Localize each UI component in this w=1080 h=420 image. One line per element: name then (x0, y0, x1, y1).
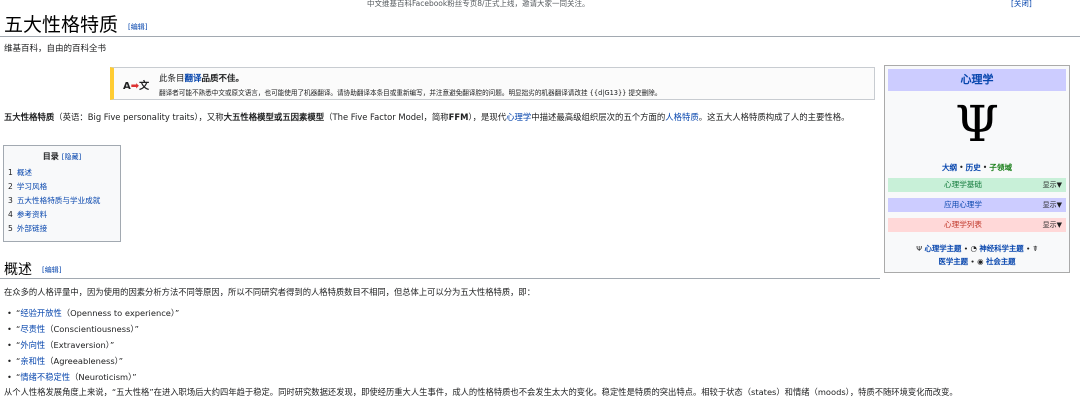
sidebar-title[interactable]: 心理学 (888, 69, 1066, 91)
section-edit-link[interactable]: [编辑] (42, 266, 61, 274)
section-divider (0, 278, 880, 279)
list-item: • “亲和性（Agreeableness）” (7, 356, 124, 366)
trait-link-openness[interactable]: 经验开放性 (20, 308, 62, 318)
toc-item[interactable]: 2 学习风格 (8, 180, 120, 194)
personality-trait-link[interactable]: 人格特质 (665, 112, 699, 122)
trait-link-agreeableness[interactable]: 亲和性 (20, 356, 45, 366)
brain-portal-icon: ◔ (970, 244, 977, 253)
sidebar-link-outline[interactable]: 大纲 (942, 163, 957, 172)
toc-item[interactable]: 4 参考资料 (8, 208, 120, 222)
sidebar-link-history[interactable]: 历史 (966, 163, 981, 172)
psychology-sidebar: 心理学 Ψ 大纲 • 历史 • 子领域 心理学基础 显示▼ 应用心理学 显示▼ 心理学列表显… (884, 65, 1070, 273)
trait-link-neuroticism[interactable]: 情绪不稳定性 (20, 372, 70, 382)
title-edit-link[interactable]: [编辑] (128, 23, 147, 31)
lead-paragraph: 五大性格特质（英语：Big Five personality traits），又… (4, 112, 850, 122)
site-notice-banner: 中文维基百科Facebook粉丝专页8/正式上线，邀请大家一同关注。 [关闭] (0, 0, 1080, 10)
notice-translate-link[interactable]: 翻译 (185, 74, 202, 84)
site-notice-close-link[interactable]: [关闭] (1011, 0, 1032, 9)
medicine-portal-icon: ☤ (1032, 244, 1038, 253)
portal-link-neuroscience[interactable]: 神经科学主题 (979, 244, 1023, 253)
page-title: 五大性格特质 [编辑] (4, 10, 147, 37)
psi-symbol-icon: Ψ (955, 95, 999, 153)
sidebar-row-applied[interactable]: 应用心理学 显示▼ (888, 198, 1066, 212)
traits-list: • “经验开放性（Openness to experience）” • “尽责性（C… (4, 305, 179, 385)
trait-link-conscientiousness[interactable]: 尽责性 (20, 324, 45, 334)
notice-details: 翻译者可能不熟悉中文或原文语言，也可能使用了机器翻译。请协助翻译本条目或重新编写… (159, 89, 662, 97)
trait-link-extraversion[interactable]: 外向性 (20, 340, 45, 350)
translation-quality-notice: A➡文 此条目翻译品质不佳。 翻译者可能不熟悉中文或原文语言，也可能使用了机器翻… (110, 67, 875, 100)
sidebar-link-subfields[interactable]: 子领域 (989, 163, 1012, 172)
list-item: • “尽责性（Conscientiousness）” (7, 324, 139, 334)
table-of-contents: 目录 [隐藏] 1 概述 2 学习风格 3 五大性格特质与学业成就 4 参考资料 5 外部链… (3, 145, 121, 242)
translate-icon: A➡文 (123, 81, 150, 92)
psychology-portal-icon: Ψ (916, 244, 923, 253)
sidebar-portals: Ψ 心理学主题 • ◔ 神经科学主题 • ☤ 医学主题 • ◉ 社会主题 (916, 244, 1038, 266)
section-heading-overview: 概述 [编辑] (4, 262, 62, 278)
site-tagline: 维基百科，自由的百科全书 (4, 44, 107, 54)
portal-link-society[interactable]: 社会主题 (986, 257, 1016, 266)
overview-paragraph: 在众多的人格评量中，因为使用的因素分析方法不同等原因，所以不同研究者得到的人格特… (4, 287, 536, 297)
show-toggle[interactable]: 显示▼ (1043, 178, 1062, 192)
portal-link-psychology[interactable]: 心理学主题 (924, 244, 961, 253)
page-title-text: 五大性格特质 (4, 14, 119, 36)
toc-item[interactable]: 5 外部链接 (8, 222, 120, 236)
show-toggle[interactable]: 显示▼ (1043, 218, 1062, 232)
title-divider (0, 36, 1080, 37)
toc-item[interactable]: 1 概述 (8, 166, 120, 180)
lead-term: 五大性格特质 (4, 112, 55, 122)
sidebar-row-lists[interactable]: 心理学列表 显示▼ (888, 218, 1066, 232)
list-item: • “经验开放性（Openness to experience）” (7, 308, 180, 318)
psychology-link[interactable]: 心理学 (506, 112, 531, 122)
show-toggle[interactable]: 显示▼ (1043, 198, 1062, 212)
list-item: • “外向性（Extraversion）” (7, 340, 115, 350)
toc-title: 目录 [隐藏] (42, 152, 82, 161)
stability-paragraph: 从个人性格发展角度上来说，“五大性格”在进入职场后大约四年趋于稳定。同时研究数据… (4, 387, 958, 397)
society-portal-icon: ◉ (977, 257, 984, 266)
list-item: • “情绪不稳定性（Neuroticism）” (7, 372, 137, 382)
toc-item[interactable]: 3 五大性格特质与学业成就 (8, 194, 120, 208)
sidebar-row-basics[interactable]: 心理学基础 显示▼ (888, 178, 1066, 192)
toc-hide-toggle[interactable]: [隐藏] (62, 153, 81, 161)
portal-link-medicine[interactable]: 医学主题 (938, 257, 968, 266)
sidebar-nav-links: 大纲 • 历史 • 子领域 (941, 163, 1013, 172)
site-notice-message: 中文维基百科Facebook粉丝专页8/正式上线，邀请大家一同关注。 (367, 0, 590, 8)
notice-headline: 此条目翻译品质不佳。 (159, 74, 245, 84)
